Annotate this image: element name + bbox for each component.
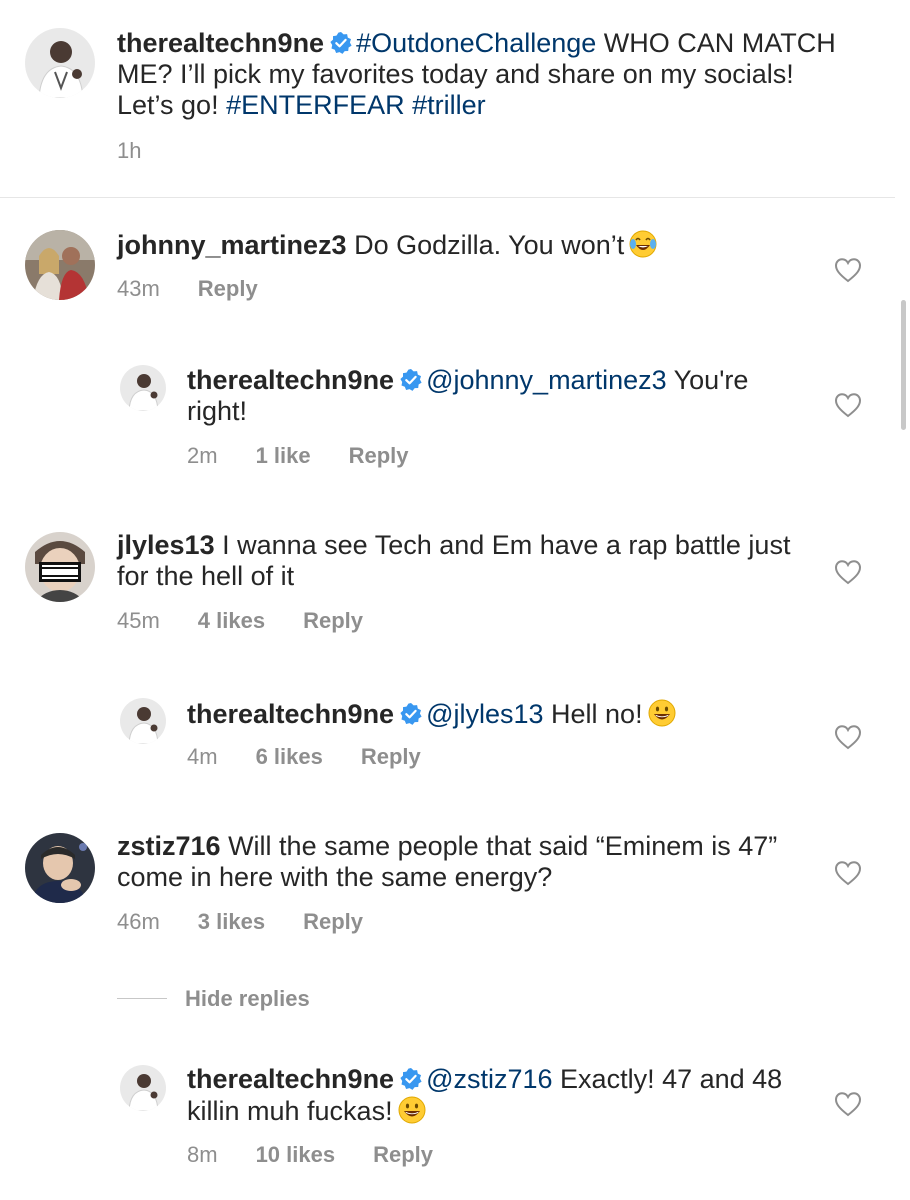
reply-timestamp: 2m bbox=[187, 443, 218, 468]
reply-username[interactable]: therealtechn9ne bbox=[187, 1064, 394, 1094]
likes-count[interactable]: 6 likes bbox=[256, 744, 323, 770]
reply-author-avatar[interactable] bbox=[120, 1065, 166, 1111]
commenter-avatar[interactable] bbox=[25, 230, 95, 300]
comment-username[interactable]: jlyles13 bbox=[117, 530, 215, 560]
verified-badge-icon bbox=[400, 1068, 422, 1090]
comment-username[interactable]: johnny_martinez3 bbox=[117, 230, 347, 260]
comment-username[interactable]: zstiz716 bbox=[117, 831, 221, 861]
post-author-username[interactable]: therealtechn9ne bbox=[117, 28, 324, 58]
hashtag-outdonechallenge[interactable]: #OutdoneChallenge bbox=[356, 28, 596, 58]
like-heart-icon[interactable] bbox=[834, 1091, 862, 1117]
hide-replies-label: Hide replies bbox=[185, 986, 310, 1011]
mention-link[interactable]: @johnny_martinez3 bbox=[426, 365, 667, 395]
reply-body: therealtechn9ne @jlyles13 Hell no! bbox=[187, 698, 807, 730]
scrollbar-thumb[interactable] bbox=[901, 300, 906, 430]
post-meta: 1h bbox=[117, 138, 179, 164]
post-timestamp: 1h bbox=[117, 138, 142, 163]
reply-body: therealtechn9ne @zstiz716 Exactly! 47 and… bbox=[187, 1064, 787, 1127]
grinning-emoji-icon bbox=[647, 698, 677, 728]
hide-replies-button[interactable]: Hide replies bbox=[117, 986, 310, 1012]
reply-meta: 8m 10 likes Reply bbox=[187, 1142, 433, 1168]
reply-button[interactable]: Reply bbox=[349, 443, 409, 469]
reply-button[interactable]: Reply bbox=[373, 1142, 433, 1168]
scrollbar[interactable] bbox=[901, 0, 906, 1200]
verified-badge-icon bbox=[400, 369, 422, 391]
reply-button[interactable]: Reply bbox=[198, 276, 258, 302]
comment-meta: 46m 3 likes Reply bbox=[117, 909, 363, 935]
reply-body: therealtechn9ne @johnny_martinez3 You're … bbox=[187, 365, 807, 427]
reply-button[interactable]: Reply bbox=[303, 608, 363, 634]
comment-meta: 45m 4 likes Reply bbox=[117, 608, 363, 634]
comment-timestamp: 43m bbox=[117, 276, 160, 301]
hide-replies-line bbox=[117, 998, 167, 999]
like-heart-icon[interactable] bbox=[834, 860, 862, 886]
grinning-emoji-icon bbox=[397, 1095, 427, 1125]
commenter-avatar[interactable] bbox=[25, 532, 95, 602]
mention-link[interactable]: @zstiz716 bbox=[426, 1064, 552, 1094]
comment-text: I wanna see Tech and Em have a rap battl… bbox=[117, 530, 791, 591]
verified-badge-icon bbox=[330, 32, 352, 54]
reply-author-avatar[interactable] bbox=[120, 698, 166, 744]
caption-divider bbox=[0, 197, 895, 198]
likes-count[interactable]: 3 likes bbox=[198, 909, 265, 935]
likes-count[interactable]: 4 likes bbox=[198, 608, 265, 634]
reply-meta: 2m 1 like Reply bbox=[187, 443, 409, 469]
comment-timestamp: 46m bbox=[117, 909, 160, 934]
like-heart-icon[interactable] bbox=[834, 559, 862, 585]
verified-badge-icon bbox=[400, 703, 422, 725]
hashtag-triller[interactable]: #triller bbox=[412, 90, 486, 120]
reply-author-avatar[interactable] bbox=[120, 365, 166, 411]
comment-meta: 43m Reply bbox=[117, 276, 258, 302]
reply-username[interactable]: therealtechn9ne bbox=[187, 365, 394, 395]
comment-timestamp: 45m bbox=[117, 608, 160, 633]
reply-timestamp: 8m bbox=[187, 1142, 218, 1167]
likes-count[interactable]: 10 likes bbox=[256, 1142, 336, 1168]
like-heart-icon[interactable] bbox=[834, 257, 862, 283]
comment-body: zstiz716 Will the same people that said … bbox=[117, 831, 797, 893]
likes-count[interactable]: 1 like bbox=[256, 443, 311, 469]
comment-body: jlyles13 I wanna see Tech and Em have a … bbox=[117, 530, 797, 592]
commenter-avatar[interactable] bbox=[25, 833, 95, 903]
comment-text: Do Godzilla. You won’t bbox=[346, 230, 625, 260]
post-author-avatar[interactable] bbox=[25, 28, 95, 98]
mention-link[interactable]: @jlyles13 bbox=[426, 699, 543, 729]
comment-body: johnny_martinez3 Do Godzilla. You won’t bbox=[117, 229, 817, 261]
reply-button[interactable]: Reply bbox=[361, 744, 421, 770]
reply-text: Hell no! bbox=[543, 699, 643, 729]
reply-meta: 4m 6 likes Reply bbox=[187, 744, 421, 770]
like-heart-icon[interactable] bbox=[834, 724, 862, 750]
reply-username[interactable]: therealtechn9ne bbox=[187, 699, 394, 729]
tears-of-joy-emoji-icon bbox=[628, 229, 658, 259]
reply-timestamp: 4m bbox=[187, 744, 218, 769]
like-heart-icon[interactable] bbox=[834, 392, 862, 418]
hashtag-enterfear[interactable]: #ENTERFEAR bbox=[226, 90, 405, 120]
post-caption: therealtechn9ne #OutdoneChallenge WHO CAN… bbox=[117, 28, 857, 121]
reply-button[interactable]: Reply bbox=[303, 909, 363, 935]
